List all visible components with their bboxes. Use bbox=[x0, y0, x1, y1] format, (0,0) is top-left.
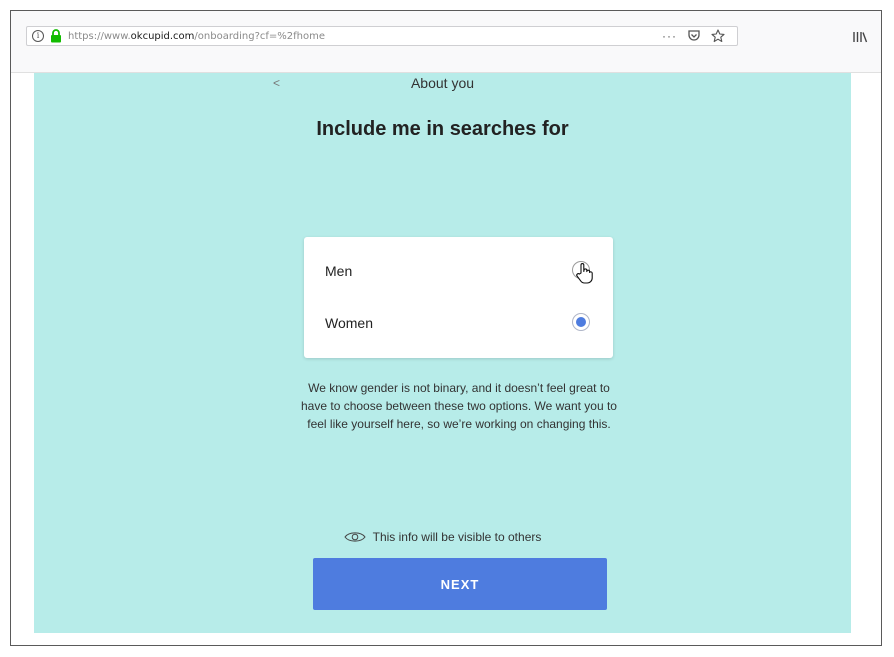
men-radio[interactable] bbox=[572, 261, 590, 279]
gender-options-card: Men Women bbox=[304, 237, 613, 358]
info-icon[interactable]: i bbox=[32, 30, 44, 42]
url-path: /onboarding?cf=%2fhome bbox=[194, 30, 326, 42]
option-women-label: Women bbox=[325, 315, 373, 331]
lock-icon[interactable] bbox=[50, 29, 62, 43]
visibility-note: This info will be visible to others bbox=[34, 530, 851, 544]
gender-notice: We know gender is not binary, and it doe… bbox=[301, 381, 617, 431]
visibility-text: This info will be visible to others bbox=[372, 530, 542, 544]
onboarding-page: < About you Include me in searches for M… bbox=[34, 73, 851, 633]
option-men[interactable]: Men bbox=[304, 251, 613, 291]
eye-icon bbox=[344, 532, 366, 542]
star-icon[interactable] bbox=[711, 29, 725, 43]
page-heading: Include me in searches for bbox=[316, 118, 569, 140]
url-text[interactable]: https://www.okcupid.com/onboarding?cf=%2… bbox=[68, 31, 325, 42]
library-icon[interactable] bbox=[852, 31, 868, 43]
pocket-icon[interactable] bbox=[687, 29, 701, 43]
option-women[interactable]: Women bbox=[304, 303, 613, 343]
option-men-label: Men bbox=[325, 263, 353, 279]
section-title: About you bbox=[410, 75, 475, 91]
next-button[interactable]: NEXT bbox=[313, 558, 607, 610]
more-icon[interactable]: ··· bbox=[662, 30, 677, 42]
women-radio[interactable] bbox=[572, 313, 590, 331]
address-bar[interactable]: i https://www.okcupid.com/onboarding?cf=… bbox=[26, 26, 738, 46]
url-prefix: https://www. bbox=[68, 30, 131, 42]
url-host: okcupid.com bbox=[130, 30, 195, 42]
url-actions: ··· bbox=[662, 29, 737, 43]
